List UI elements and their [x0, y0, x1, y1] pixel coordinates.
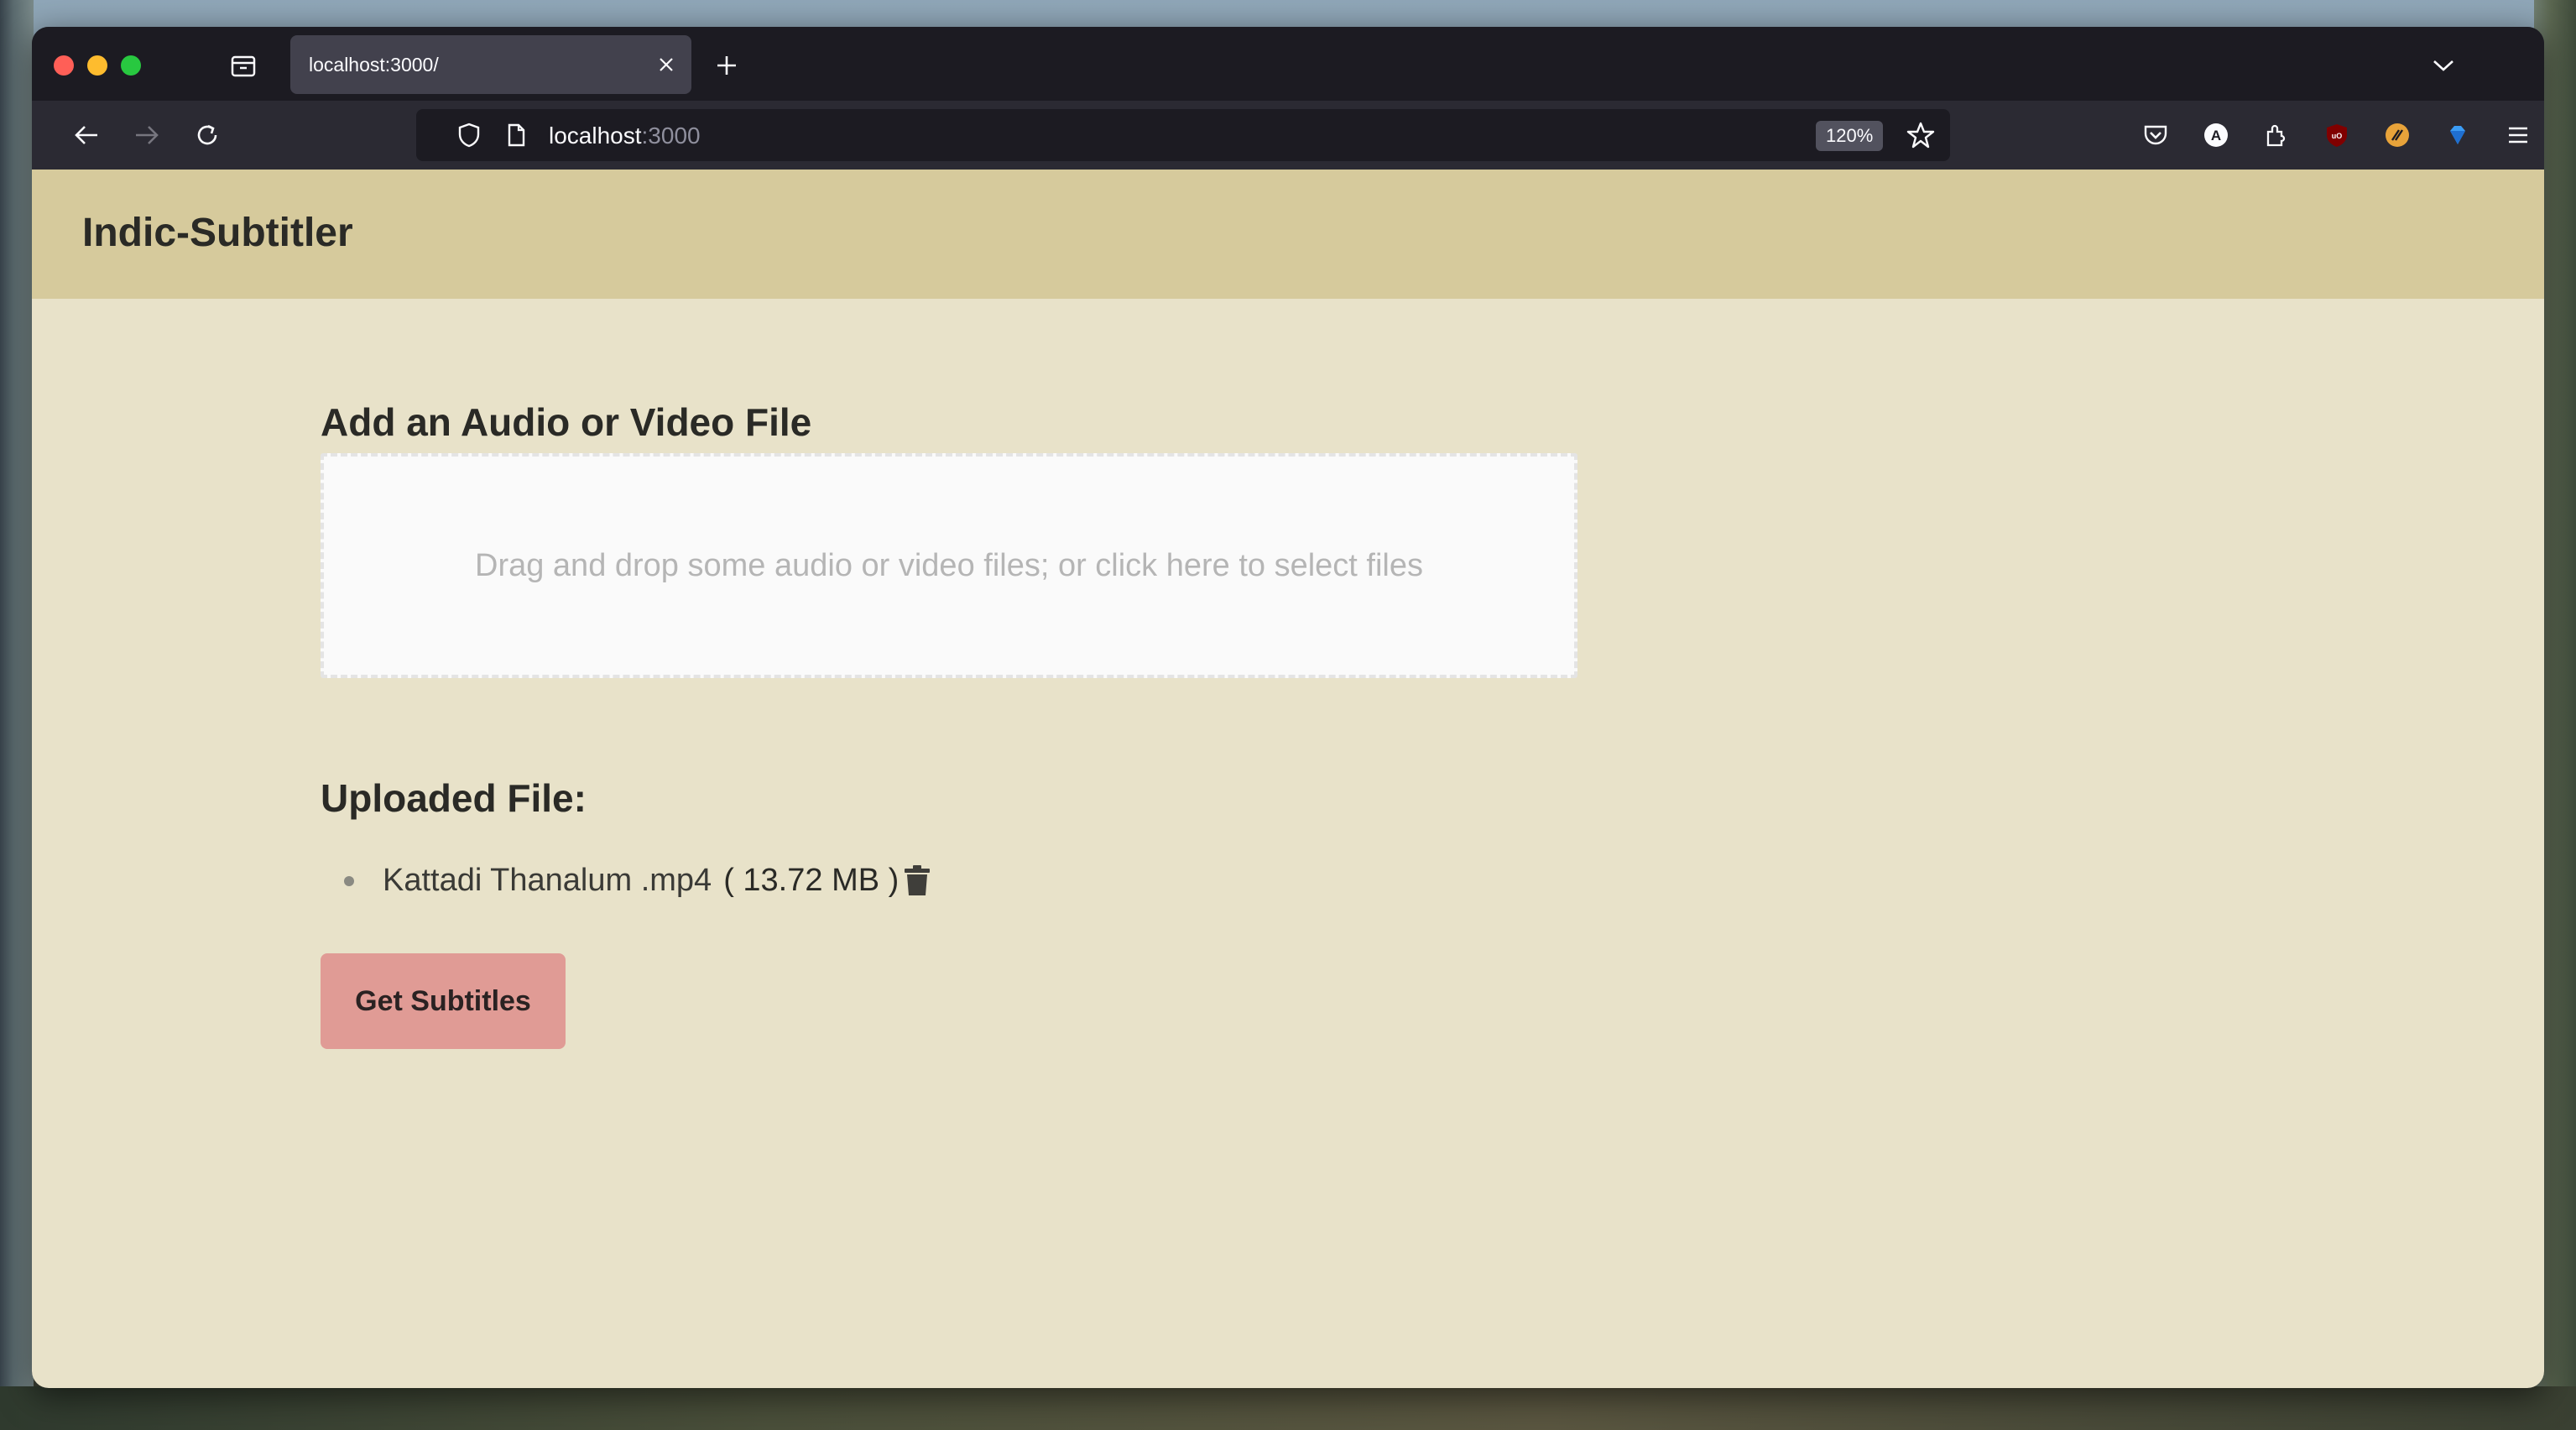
uploaded-file-item: Kattadi Thanalum .mp4 ( 13.72 MB ): [344, 863, 932, 899]
tab-strip: localhost:3000/: [32, 27, 2544, 101]
extension-yellow-icon[interactable]: [2380, 117, 2415, 153]
maximize-window-button[interactable]: [121, 55, 141, 76]
uploaded-heading: Uploaded File:: [321, 776, 587, 820]
close-window-button[interactable]: [54, 55, 74, 76]
list-bullet: [344, 875, 354, 886]
svg-text:A: A: [2211, 128, 2221, 144]
tab-active[interactable]: localhost:3000/: [290, 35, 691, 94]
pocket-icon[interactable]: [2138, 117, 2173, 153]
close-tab-icon[interactable]: [649, 48, 683, 81]
address-bar[interactable]: localhost:3000 120%: [416, 109, 1950, 161]
extension-gem-icon[interactable]: [2440, 117, 2475, 153]
extensions-puzzle-icon[interactable]: [2259, 117, 2294, 153]
url-port: :3000: [641, 123, 701, 149]
forward-arrow-icon[interactable]: [129, 117, 164, 153]
dropzone-text: Drag and drop some audio or video files;…: [475, 547, 1423, 583]
trash-icon[interactable]: [902, 864, 932, 899]
tab-title: localhost:3000/: [309, 53, 439, 76]
ublock-origin-icon[interactable]: uO: [2319, 117, 2354, 153]
url-text: localhost:3000: [549, 123, 701, 149]
file-dropzone[interactable]: Drag and drop some audio or video files;…: [321, 453, 1577, 678]
upload-heading: Add an Audio or Video File: [321, 400, 812, 444]
desktop-wallpaper-bottom: [0, 1386, 2576, 1430]
bookmark-star-icon[interactable]: [1905, 119, 1937, 151]
tab-list-icon[interactable]: [227, 49, 260, 82]
reload-icon[interactable]: [190, 117, 225, 153]
get-subtitles-button[interactable]: Get Subtitles: [321, 953, 566, 1049]
file-name: Kattadi Thanalum .mp4: [383, 863, 712, 898]
app-header: Indic-Subtitler: [32, 170, 2544, 299]
url-host: localhost: [549, 123, 642, 149]
shield-icon[interactable]: [455, 121, 483, 149]
back-arrow-icon[interactable]: [69, 117, 104, 153]
app-title: Indic-Subtitler: [82, 211, 353, 255]
navigation-bar: localhost:3000 120% A uO: [32, 101, 2544, 170]
zoom-level-badge[interactable]: 120%: [1816, 121, 1884, 151]
browser-window: localhost:3000/ localhost:3000 120% A uO…: [32, 27, 2544, 1388]
account-avatar-icon[interactable]: A: [2198, 117, 2234, 153]
desktop-wallpaper-left: [0, 0, 34, 1430]
new-tab-icon[interactable]: [710, 49, 743, 82]
svg-text:uO: uO: [2332, 132, 2343, 140]
hamburger-menu-icon[interactable]: [2500, 117, 2536, 153]
page-content: Indic-Subtitler Add an Audio or Video Fi…: [32, 170, 2544, 1388]
minimize-window-button[interactable]: [87, 55, 107, 76]
page-info-icon[interactable]: [503, 121, 529, 149]
file-size: ( 13.72 MB ): [723, 863, 900, 898]
chevron-down-icon[interactable]: [2427, 49, 2460, 82]
